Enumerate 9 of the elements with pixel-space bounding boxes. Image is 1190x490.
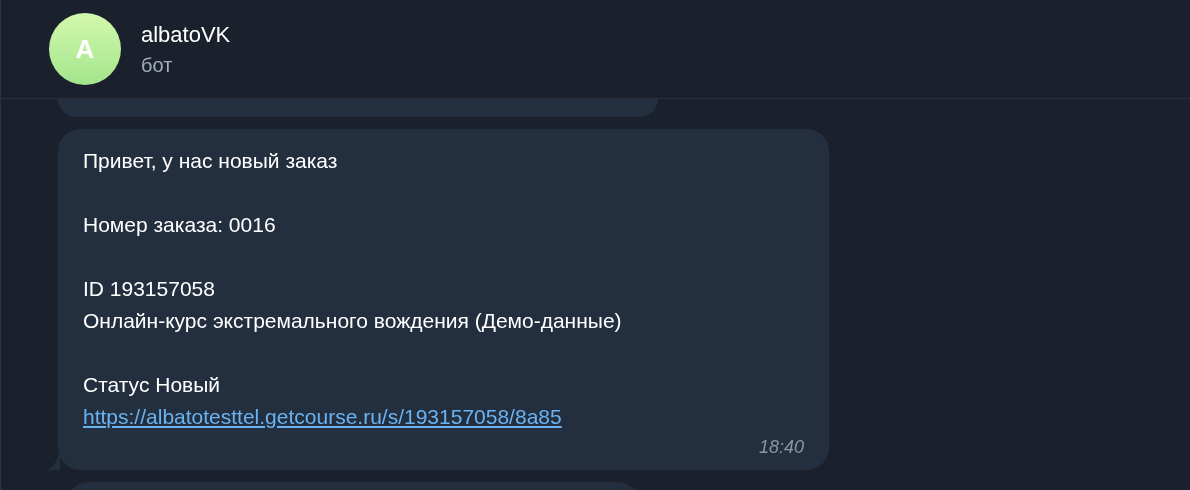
message-time: 18:40 xyxy=(758,437,804,458)
message-text: Номер заказа: 0016 xyxy=(83,212,277,238)
message-text: Статус Новый xyxy=(83,372,222,398)
chat-subtitle: бот xyxy=(141,53,174,77)
message-text: ID 193157058 xyxy=(83,276,216,302)
chat-name: albatoVK xyxy=(141,21,231,48)
message-link[interactable]: https://albatotesttel.getcourse.ru/s/193157058/8a85 xyxy=(83,401,562,433)
message-text: Привет, у нас новый заказ xyxy=(83,148,339,174)
message-text: Онлайн-курс экстремального вождения (Демо-данные) xyxy=(83,308,623,334)
